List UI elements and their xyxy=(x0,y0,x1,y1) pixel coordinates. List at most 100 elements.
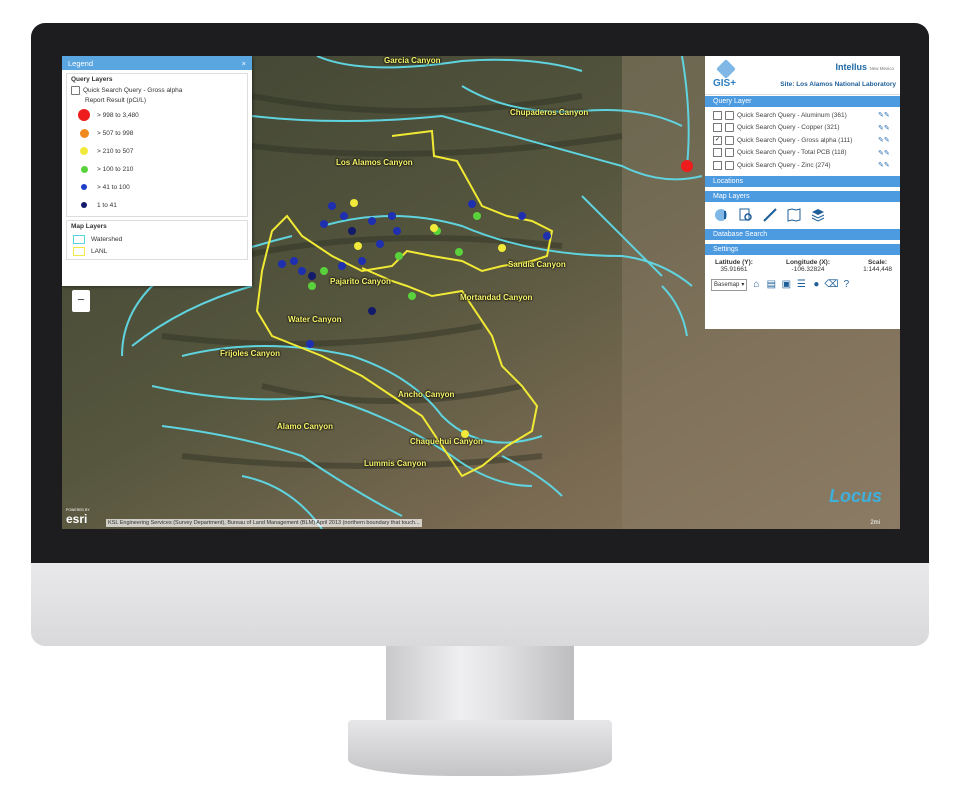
edit-icon[interactable]: ✎✎ xyxy=(878,161,900,169)
legend-query: Quick Search Query - Gross alpha xyxy=(71,86,243,95)
query-label: Quick Search Query - Total PCB (118) xyxy=(737,149,847,157)
draw-icon[interactable]: ● xyxy=(810,279,822,291)
home-icon[interactable]: ⌂ xyxy=(750,279,762,291)
identify-icon[interactable] xyxy=(713,206,731,224)
scale-bar: 2mi xyxy=(870,520,880,526)
legend-dot-icon xyxy=(81,184,87,190)
legend-dot-icon xyxy=(79,128,89,138)
query-label: Quick Search Query - Copper (321) xyxy=(737,124,840,132)
basemap-select[interactable]: Basemap ▾ xyxy=(711,278,748,291)
legend-item-label: > 210 to 507 xyxy=(97,147,134,155)
scale-label: Scale: xyxy=(867,258,888,266)
query-icon xyxy=(725,135,734,145)
legend-item: > 998 to 3,480 xyxy=(71,106,243,124)
query-checkbox-checked[interactable]: ✓ xyxy=(713,135,722,145)
legend-item-label: > 998 to 3,480 xyxy=(97,111,139,119)
search-icon[interactable] xyxy=(737,206,755,224)
query-row[interactable]: ✓ Quick Search Query - Gross alpha (111)… xyxy=(705,134,900,147)
close-icon[interactable]: × xyxy=(242,59,246,68)
query-label: Quick Search Query - Aluminum (361) xyxy=(737,111,847,119)
query-row[interactable]: Quick Search Query - Total PCB (118) ✎✎ xyxy=(705,147,900,160)
legend-item: > 210 to 507 xyxy=(71,142,243,160)
query-icon xyxy=(725,110,734,120)
canyon-label: Chaquehui Canyon xyxy=(410,437,483,446)
section-map-layers[interactable]: Map Layers xyxy=(705,189,900,202)
query-label: Quick Search Query - Gross alpha (111) xyxy=(737,136,853,144)
query-row[interactable]: Quick Search Query - Zinc (274) ✎✎ xyxy=(705,159,900,172)
section-database-search[interactable]: Database Search xyxy=(705,227,900,240)
legend-dot-icon xyxy=(80,165,88,173)
canyon-label: Alamo Canyon xyxy=(277,422,334,431)
query-checkbox[interactable] xyxy=(713,123,722,133)
longitude-value: -106.32824 xyxy=(791,265,825,273)
locus-watermark: Locus xyxy=(828,486,882,506)
monitor-stand-neck xyxy=(386,646,574,726)
gis-label: GIS+ xyxy=(713,78,737,89)
esri-logo: POWERED BY esri xyxy=(66,508,90,526)
legend-item: > 100 to 210 xyxy=(71,160,243,178)
section-settings[interactable]: Settings xyxy=(705,242,900,255)
export-icon[interactable]: ▣ xyxy=(780,279,792,291)
measure-icon[interactable] xyxy=(761,206,779,224)
legend-map-layer: Watershed xyxy=(71,233,243,245)
site-label: Site: Los Alamos National Laboratory xyxy=(780,81,896,88)
legend-item: 1 to 41 xyxy=(71,196,243,214)
zoom-out-button[interactable]: − xyxy=(72,290,90,312)
bottom-toolbar: Basemap ▾ ⌂ ▤ ▣ ☰ ● ⌫ ? xyxy=(705,273,900,291)
legend-item-label: 1 to 41 xyxy=(97,201,117,209)
edit-icon[interactable]: ✎✎ xyxy=(878,111,900,119)
canyon-label: Frijoles Canyon xyxy=(220,349,281,358)
legend-map-layers-title: Map Layers xyxy=(71,223,107,230)
legend-item-label: > 507 to 998 xyxy=(97,129,134,137)
scale-value: 1:144,448 xyxy=(863,265,892,273)
query-checkbox[interactable] xyxy=(713,148,722,158)
legend-item-label: > 100 to 210 xyxy=(97,165,134,173)
query-icon xyxy=(725,160,734,170)
legend-query-layers: Query Layers Quick Search Query - Gross … xyxy=(66,73,248,217)
query-icon xyxy=(725,123,734,133)
legend-item: > 507 to 998 xyxy=(71,124,243,142)
query-row[interactable]: Quick Search Query - Aluminum (361) ✎✎ xyxy=(705,109,900,122)
coordinates-readout: Latitude (Y): 35.91661 Longitude (X): -1… xyxy=(705,255,900,273)
canyon-label: Sandia Canyon xyxy=(508,260,566,269)
query-icon xyxy=(725,148,734,158)
chevron-down-icon: ▾ xyxy=(741,281,745,288)
longitude-label: Longitude (X): xyxy=(785,258,831,266)
legend-item: > 41 to 100 xyxy=(71,178,243,196)
brand-sub: New Mexico xyxy=(869,66,894,71)
query-checkbox[interactable] xyxy=(713,110,722,120)
query-checkbox[interactable] xyxy=(713,160,722,170)
canyon-label: Ancho Canyon xyxy=(398,390,455,399)
legend-title: Legend xyxy=(68,58,94,68)
legend-dot-icon xyxy=(80,147,88,155)
canyon-label: Chupaderos Canyon xyxy=(510,108,589,117)
query-row[interactable]: Quick Search Query - Copper (321) ✎✎ xyxy=(705,122,900,135)
print-icon[interactable]: ▤ xyxy=(765,279,777,291)
basemap-label: Basemap xyxy=(714,281,740,288)
edit-icon[interactable]: ✎✎ xyxy=(878,149,900,157)
app-screen: Garcia Canyon Chupaderos Canyon Los Alam… xyxy=(62,56,900,529)
intellus-logo: Intellus New Mexico xyxy=(835,62,894,72)
layers-icon[interactable] xyxy=(809,206,827,224)
legend-map-layers: Map Layers Watershed LANL xyxy=(66,220,248,260)
canyon-label: Los Alamos Canyon xyxy=(336,158,413,167)
brand-header: GIS+ Intellus New Mexico Site: Los Alamo… xyxy=(705,56,900,95)
edit-icon[interactable]: ✎✎ xyxy=(878,124,900,132)
latitude-label: Latitude (Y): xyxy=(715,258,753,266)
canyon-label: Garcia Canyon xyxy=(384,56,441,65)
map-icon[interactable] xyxy=(785,206,803,224)
legend-map-layer-label: LANL xyxy=(91,247,108,255)
section-locations[interactable]: Locations xyxy=(705,174,900,187)
help-icon[interactable]: ? xyxy=(840,279,852,291)
query-label: Quick Search Query - Zinc (274) xyxy=(737,161,831,169)
legend-item-label: > 41 to 100 xyxy=(97,183,130,191)
legend-map-layer-label: Watershed xyxy=(91,235,123,243)
bookmark-icon[interactable]: ☰ xyxy=(795,279,807,291)
side-panel: GIS+ Intellus New Mexico Site: Los Alamo… xyxy=(705,56,900,329)
legend-panel: Legend × Query Layers Quick Search Query… xyxy=(62,56,252,286)
section-query-layer[interactable]: Query Layer xyxy=(705,95,900,107)
edit-icon[interactable]: ✎✎ xyxy=(878,136,900,144)
legend-report-result: Report Result (pCi/L) xyxy=(85,97,147,104)
eraser-icon[interactable]: ⌫ xyxy=(824,279,838,291)
brand-name: Intellus xyxy=(835,62,867,72)
